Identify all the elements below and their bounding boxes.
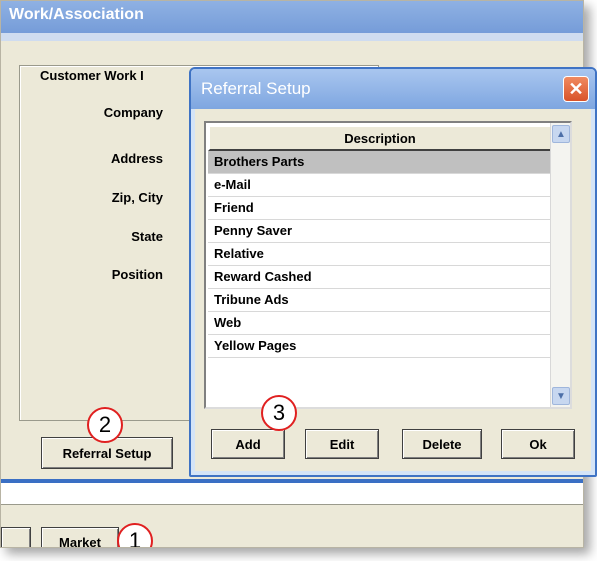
adjacent-tab-button[interactable] [1, 527, 31, 547]
scroll-up-icon[interactable]: ▲ [552, 125, 570, 143]
market-button[interactable]: Market [41, 527, 119, 547]
list-item[interactable]: Reward Cashed [208, 266, 552, 289]
list-item[interactable]: Web [208, 312, 552, 335]
close-icon[interactable]: ✕ [563, 76, 589, 102]
edit-button[interactable]: Edit [305, 429, 379, 459]
list-item[interactable]: Penny Saver [208, 220, 552, 243]
position-label: Position [111, 267, 163, 282]
list-item[interactable]: Brothers Parts [208, 151, 552, 174]
callout-3: 3 [261, 395, 297, 431]
description-column-header[interactable]: Description [208, 125, 552, 151]
list-item[interactable]: Relative [208, 243, 552, 266]
referral-setup-dialog: Referral Setup ✕ Description Brothers Pa… [189, 67, 597, 477]
delete-button[interactable]: Delete [402, 429, 482, 459]
section-header: Work/Association [1, 1, 583, 41]
list-item[interactable]: Friend [208, 197, 552, 220]
state-label: State [131, 229, 163, 244]
company-label: Company [103, 105, 163, 120]
add-button[interactable]: Add [211, 429, 285, 459]
list-item[interactable]: e-Mail [208, 174, 552, 197]
groupbox-title: Customer Work I [37, 68, 147, 83]
zip-city-label: Zip, City [111, 190, 163, 205]
dialog-title: Referral Setup [191, 69, 595, 109]
dialog-body: Description Brothers Parts e-Mail Friend Pe… [195, 109, 591, 471]
scroll-down-icon[interactable]: ▼ [552, 387, 570, 405]
address-label: Address [110, 151, 163, 166]
vertical-scrollbar[interactable]: ▲ ▼ [550, 123, 570, 407]
list-item[interactable]: Tribune Ads [208, 289, 552, 312]
status-strip [1, 483, 583, 505]
referral-listbox[interactable]: Description Brothers Parts e-Mail Friend Pe… [204, 121, 572, 409]
callout-1: 1 [117, 523, 153, 547]
list-item[interactable]: Yellow Pages [208, 335, 552, 358]
section-title: Work/Association [9, 6, 144, 23]
ok-button[interactable]: Ok [501, 429, 575, 459]
referral-rows: Brothers Parts e-Mail Friend Penny Saver Rel… [208, 151, 552, 358]
callout-2: 2 [87, 407, 123, 443]
header-underline [1, 33, 583, 41]
